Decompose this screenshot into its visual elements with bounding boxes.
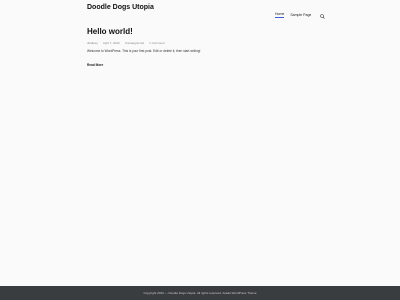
post-meta: dwdlacy April 7, 2023 Uncategorized 1 Co…	[87, 41, 317, 45]
footer-copyright: Copyright 2023 — Doodle Dogs Utopia. All…	[143, 291, 257, 295]
blog-post: Hello world! dwdlacy April 7, 2023 Uncat…	[87, 27, 317, 71]
post-comments[interactable]: 1 Comment	[149, 41, 165, 45]
search-icon	[320, 14, 326, 19]
search-button[interactable]	[317, 6, 326, 24]
nav-item-sample-page[interactable]: Sample Page	[290, 13, 311, 17]
post-date[interactable]: April 7, 2023	[103, 41, 120, 45]
site-header: Doodle Dogs Utopia Home Sample Page	[0, 0, 400, 19]
post-category[interactable]: Uncategorized	[125, 41, 144, 45]
post-excerpt: Welcome to WordPress. This is your first…	[87, 49, 201, 53]
nav-item-home[interactable]: Home	[275, 12, 285, 18]
post-author[interactable]: dwdlacy	[87, 41, 98, 45]
post-title[interactable]: Hello world!	[87, 27, 317, 36]
site-footer: Copyright 2023 — Doodle Dogs Utopia. All…	[0, 286, 400, 300]
read-more-link[interactable]: Read More	[87, 63, 103, 67]
site-title[interactable]: Doodle Dogs Utopia	[87, 4, 154, 11]
main-nav: Home Sample Page	[275, 6, 326, 24]
